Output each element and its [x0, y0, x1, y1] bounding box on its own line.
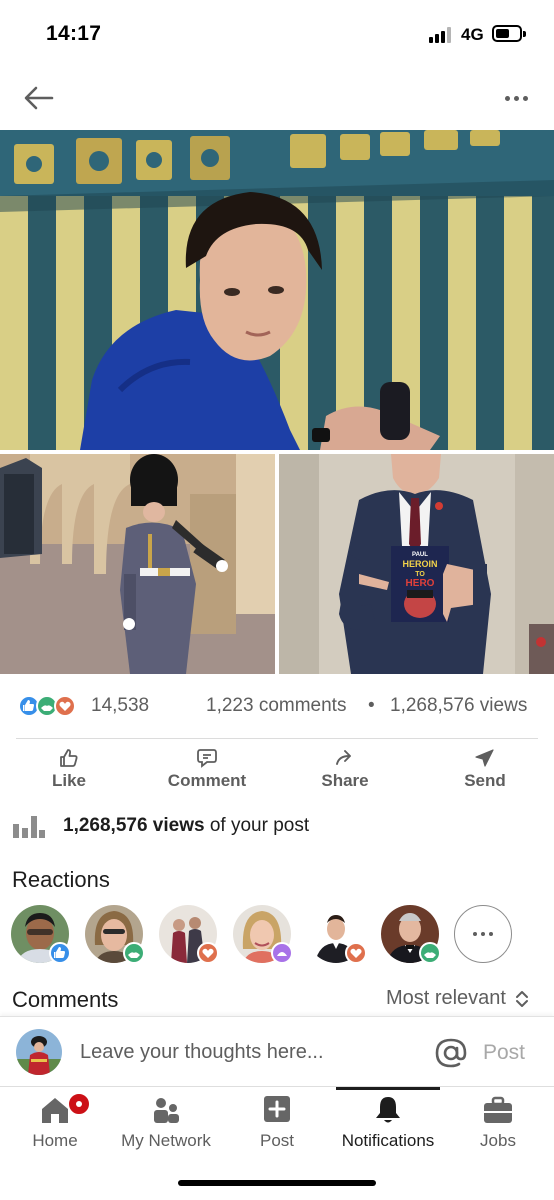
comments-count[interactable]: 1,223 comments: [206, 695, 346, 717]
at-sign-icon: [435, 1038, 467, 1068]
post-analytics-link[interactable]: 1,268,576 views of your post: [0, 806, 554, 846]
reactions-count[interactable]: 14,538: [91, 695, 149, 717]
post-actions: Like Comment Share Send: [0, 740, 554, 798]
briefcase-icon: [484, 1096, 512, 1123]
tab-my-network-label: My Network: [121, 1131, 211, 1150]
share-label: Share: [321, 771, 369, 790]
post-header: [0, 64, 554, 130]
book-title-line-3: HERO: [406, 578, 435, 589]
royal-guard-photo[interactable]: [0, 454, 275, 674]
sort-label: Most relevant: [385, 987, 506, 1009]
share-arrow-icon: [336, 750, 351, 765]
signal-strength-icon: [429, 27, 455, 43]
reactor-avatar[interactable]: [85, 905, 145, 964]
comment-input[interactable]: [72, 1031, 412, 1073]
more-horizontal-icon: [504, 95, 510, 101]
reactor-avatar[interactable]: [307, 905, 367, 964]
tab-post-label: Post: [259, 1131, 295, 1150]
support-reaction-icon: [123, 942, 145, 964]
home-icon: [42, 1098, 68, 1123]
share-button[interactable]: Share: [310, 740, 380, 798]
comment-button[interactable]: Comment: [158, 740, 256, 798]
love-reaction-icon: [345, 942, 367, 964]
status-time: 14:17: [46, 22, 102, 45]
post-media: PAUL HEROIN TO HERO: [0, 130, 554, 674]
bell-icon: [376, 1097, 400, 1123]
arrow-left-icon: [24, 86, 54, 110]
social-counts: 14,538 1,223 comments • 1,268,576 views: [0, 686, 554, 726]
reactors-list: [0, 904, 554, 964]
tab-notifications[interactable]: Notifications: [332, 1087, 444, 1159]
analytics-suffix: of your post: [204, 815, 310, 836]
more-reactions-button[interactable]: [454, 905, 512, 963]
book-title-line-1: HEROIN: [402, 559, 437, 569]
divider: [16, 738, 538, 739]
love-reaction-icon: [54, 695, 76, 717]
like-button[interactable]: Like: [34, 740, 104, 798]
reactor-avatar[interactable]: [233, 905, 293, 964]
more-horizontal-icon: [473, 932, 477, 936]
status-bar: 14:17 4G: [0, 0, 554, 64]
separator-dot: •: [368, 695, 375, 716]
reactions-title: Reactions: [12, 867, 110, 892]
network-type: 4G: [461, 25, 484, 44]
send-icon: [475, 749, 494, 767]
plus-square-icon: [264, 1096, 290, 1122]
reaction-summary-icons[interactable]: [18, 695, 88, 717]
tab-notifications-label: Notifications: [341, 1131, 435, 1150]
send-button[interactable]: Send: [450, 740, 520, 798]
like-reaction-icon: [49, 942, 71, 964]
tab-post[interactable]: Post: [246, 1087, 308, 1159]
reactor-avatar[interactable]: [381, 905, 441, 964]
chevron-up-down-icon: [516, 990, 528, 1007]
love-reaction-icon: [197, 942, 219, 964]
bar-chart-icon: [13, 816, 45, 838]
analytics-views: 1,268,576 views: [63, 815, 205, 836]
thumbs-up-icon: [60, 749, 78, 767]
book-title-line-2: TO: [415, 571, 425, 578]
comment-label: Comment: [167, 771, 247, 790]
like-label: Like: [51, 771, 87, 790]
tab-my-network[interactable]: My Network: [112, 1087, 220, 1159]
people-icon: [154, 1098, 179, 1123]
views-count[interactable]: 1,268,576 views: [390, 695, 527, 717]
analytics-text: 1,268,576 views of your post: [63, 815, 309, 837]
man-in-suit-with-book-photo[interactable]: PAUL HEROIN TO HERO: [279, 454, 554, 674]
home-indicator: [178, 1180, 376, 1186]
book-author-text: PAUL: [412, 552, 428, 558]
comment-icon: [197, 749, 217, 768]
tab-jobs[interactable]: Jobs: [470, 1087, 526, 1159]
tab-jobs-label: Jobs: [480, 1131, 516, 1150]
back-button[interactable]: [18, 78, 58, 118]
comment-composer: Post: [0, 1016, 554, 1086]
mention-button[interactable]: [434, 1036, 468, 1070]
notification-badge: [67, 1092, 91, 1116]
reactor-avatar[interactable]: [11, 905, 71, 964]
more-options-button[interactable]: [496, 78, 536, 118]
insightful-reaction-icon: [271, 942, 293, 964]
support-reaction-icon: [419, 942, 441, 964]
tab-home-label: Home: [32, 1131, 78, 1150]
reactor-avatar[interactable]: [159, 905, 219, 964]
battery-icon: [492, 25, 522, 42]
young-man-photo[interactable]: [0, 130, 554, 450]
post-comment-button[interactable]: Post: [483, 1041, 525, 1065]
comment-sort-dropdown[interactable]: Most relevant: [386, 987, 530, 1010]
send-label: Send: [464, 771, 506, 790]
comments-title: Comments: [12, 987, 119, 1012]
avatar: [16, 1029, 62, 1075]
